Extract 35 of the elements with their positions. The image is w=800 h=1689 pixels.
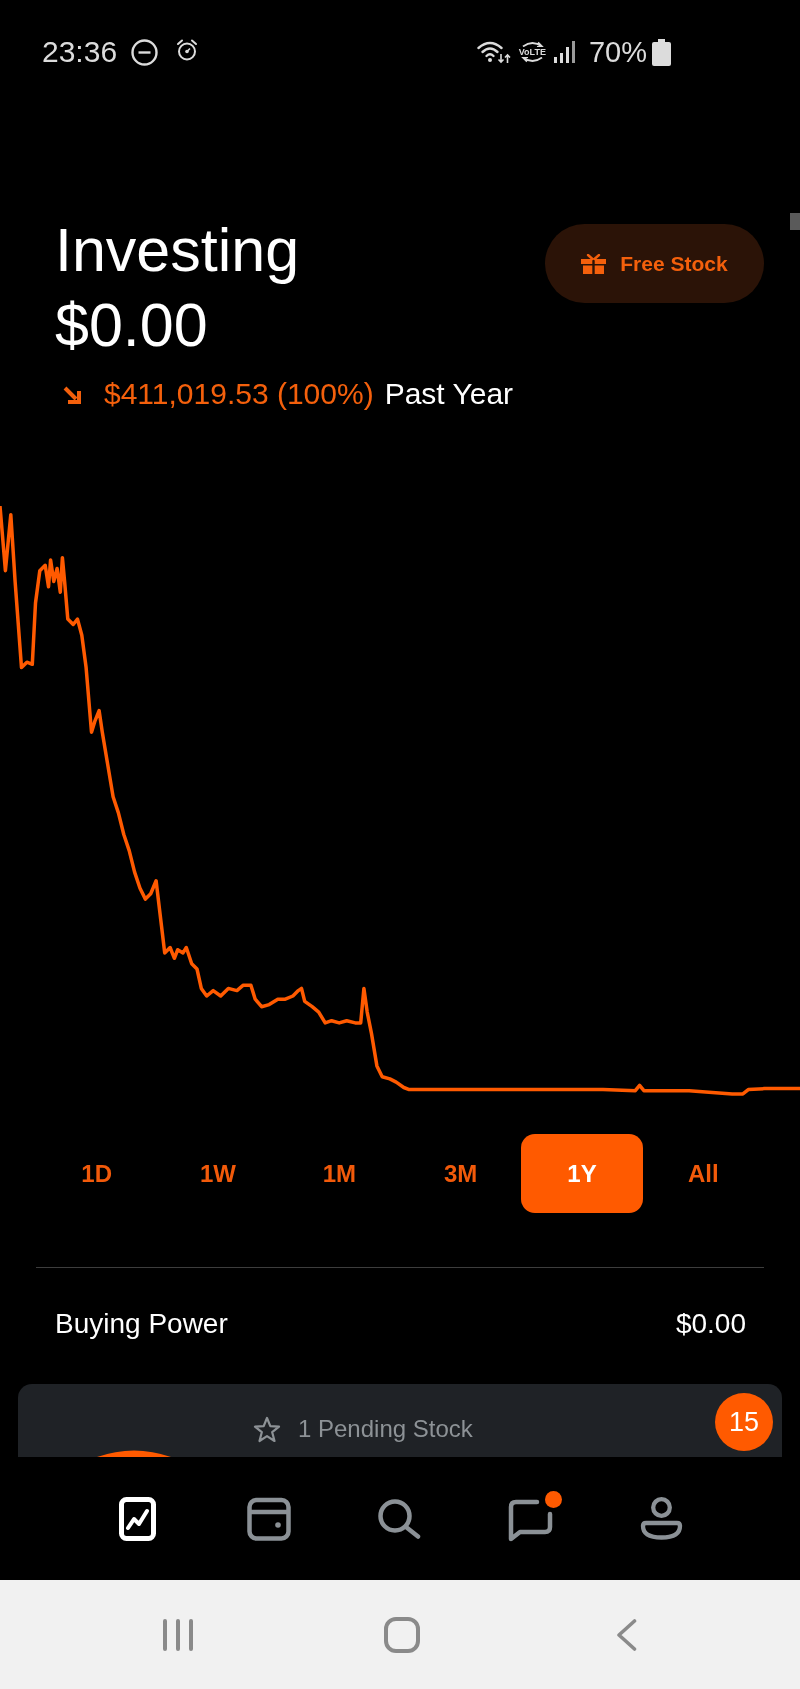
signal-bars-icon	[552, 41, 576, 63]
alarm-clock-icon	[176, 39, 199, 61]
minus-circle-icon	[131, 38, 159, 66]
battery-icon	[652, 38, 671, 66]
free-stock-button[interactable]: Free Stock	[545, 224, 764, 303]
range-tab[interactable]: 1Y	[521, 1134, 643, 1213]
wallet-icon[interactable]	[246, 1496, 291, 1541]
portfolio-value: $0.00	[55, 290, 209, 360]
status-time: 23:36	[42, 35, 118, 69]
scrollbar-thumb	[790, 213, 800, 230]
star-icon	[253, 1415, 281, 1443]
range-tab[interactable]: 3M	[400, 1134, 522, 1213]
volte-label: VoLTE	[518, 47, 546, 57]
pending-stock-label: 1 Pending Stock	[298, 1414, 473, 1444]
buying-power-value: $0.00	[675, 1307, 746, 1341]
chart-icon[interactable]	[119, 1496, 156, 1541]
search-icon[interactable]	[377, 1498, 422, 1539]
recent-apps-icon[interactable]	[162, 1617, 194, 1652]
range-tab[interactable]: All	[642, 1134, 764, 1213]
change-amount: $411,019.53 (100%)	[104, 376, 374, 412]
range-tab[interactable]: 1D	[36, 1134, 158, 1213]
arc-arrow-icon	[519, 57, 545, 63]
count-badge: 15	[715, 1393, 773, 1451]
home-icon[interactable]	[384, 1616, 420, 1653]
buying-power-label: Buying Power	[55, 1307, 228, 1341]
range-tab[interactable]: 1M	[278, 1134, 400, 1213]
back-icon[interactable]	[615, 1617, 637, 1652]
change-period: Past Year	[384, 376, 514, 412]
gift-icon	[581, 253, 607, 274]
range-tab[interactable]: 1W	[157, 1134, 279, 1213]
battery-percent: 70%	[588, 35, 647, 69]
person-icon[interactable]	[640, 1497, 683, 1540]
page-title: Investing	[55, 215, 301, 285]
wifi-icon	[476, 40, 511, 64]
pending-stock-card[interactable]: 1 Pending Stock 15	[18, 1384, 782, 1457]
